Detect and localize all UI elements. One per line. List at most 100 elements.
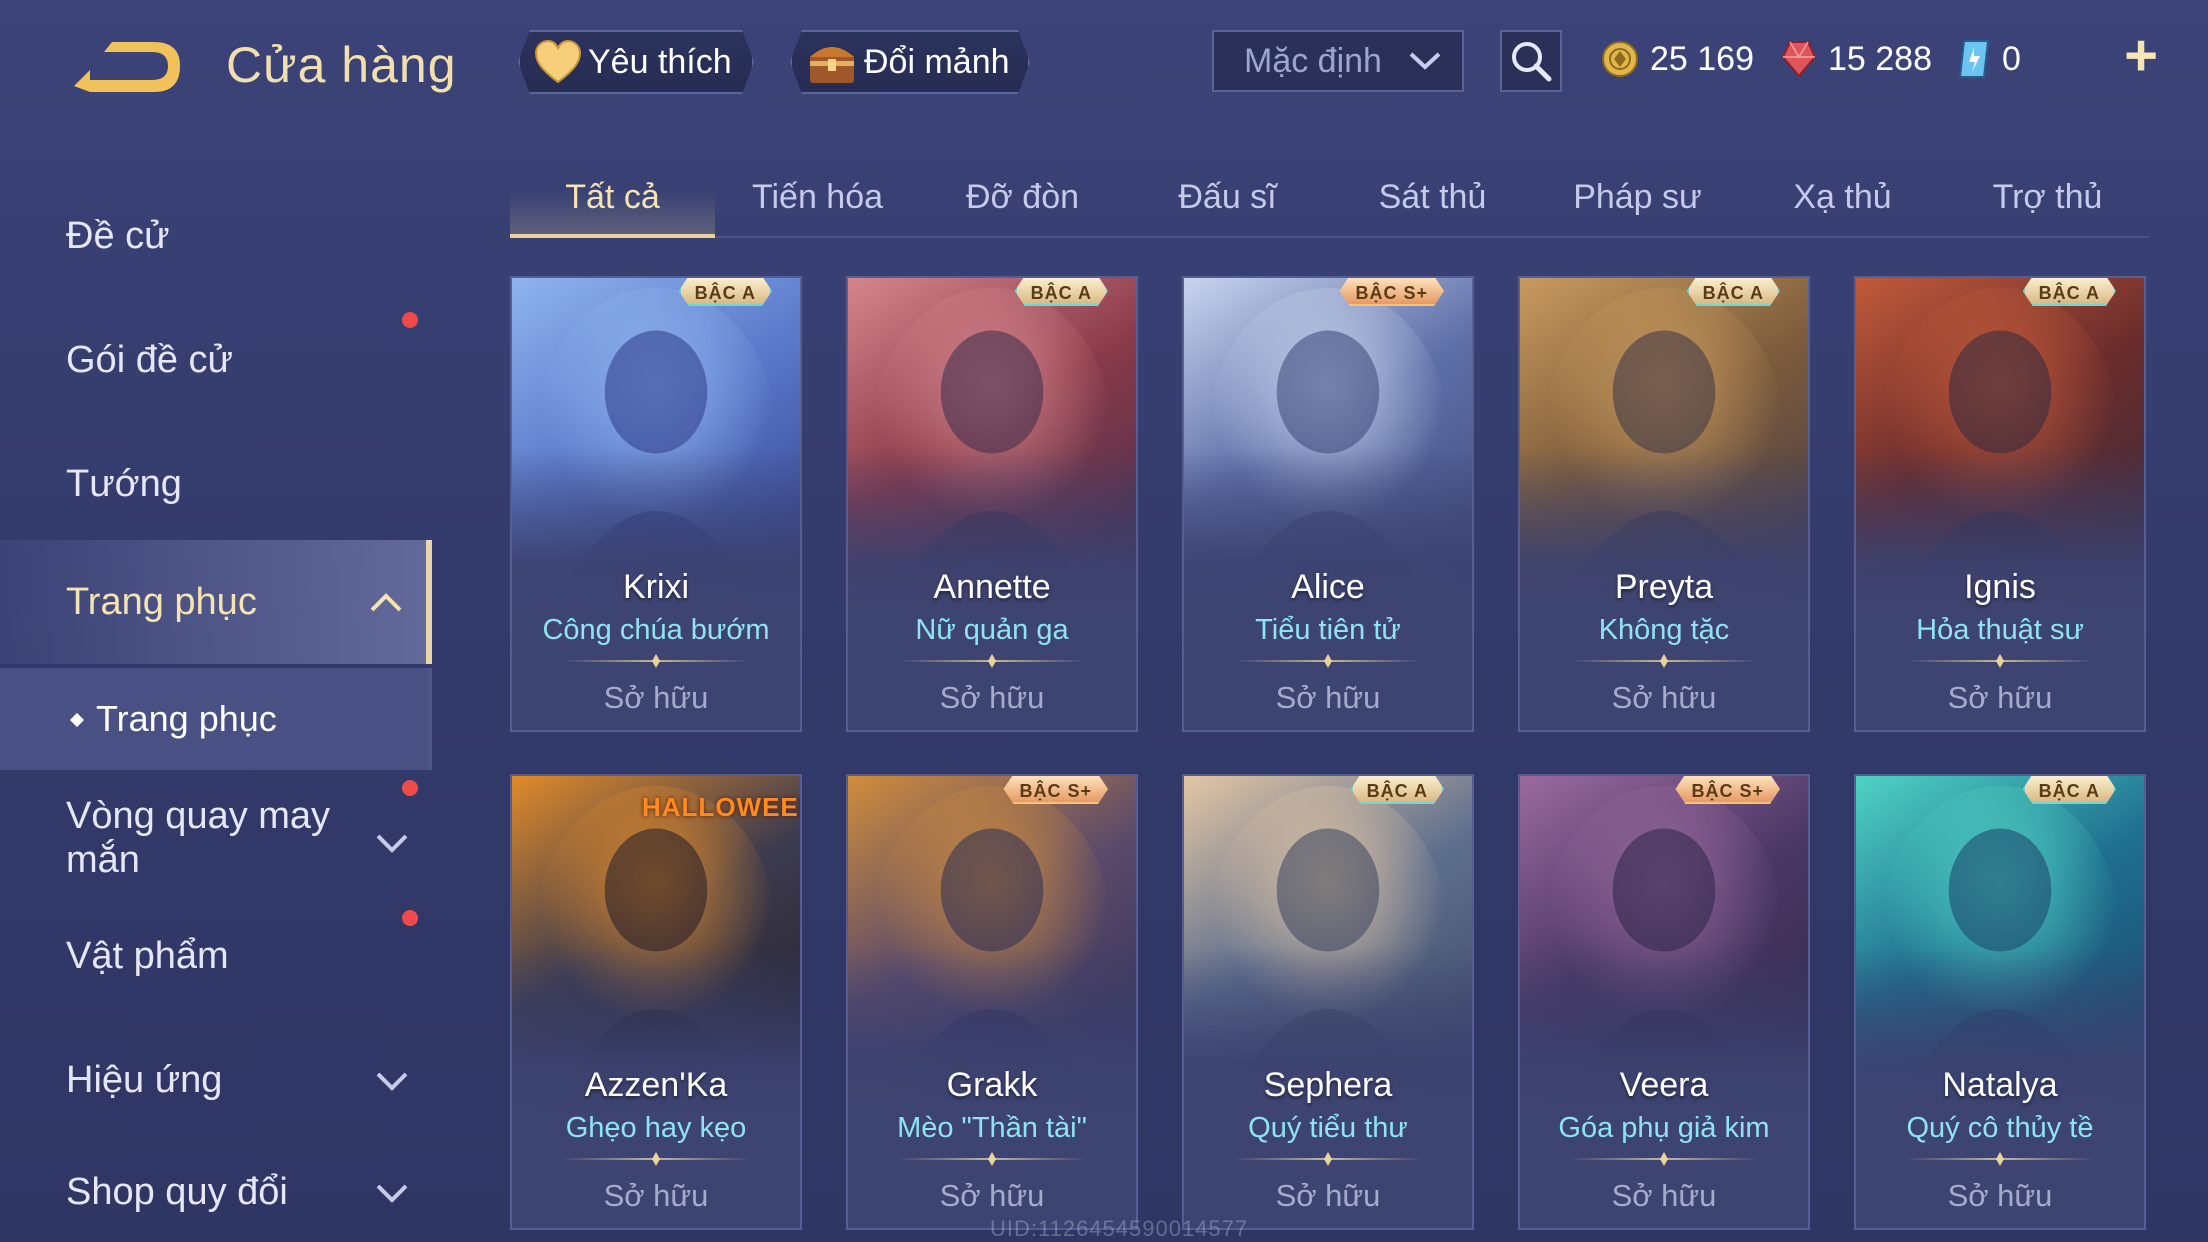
tab-support[interactable]: Trợ thủ	[1945, 160, 2150, 236]
search-button[interactable]	[1500, 30, 1562, 92]
sidebar-item-recommended[interactable]: Đề cử	[0, 174, 432, 298]
skin-card[interactable]: BẬC A Sephera Quý tiểu thư Sở hữu	[1182, 774, 1474, 1230]
bullet-diamond-icon	[69, 712, 85, 728]
sidebar-subitem-skins[interactable]: Trang phục	[0, 668, 432, 770]
owned-status: Sở hữu	[1275, 1178, 1381, 1213]
sidebar-item-label: Trang phục	[66, 580, 257, 623]
ruby-gem-icon	[1781, 41, 1817, 78]
tab-all[interactable]: Tất cả	[510, 160, 715, 238]
skin-card[interactable]: BẬC A Krixi Công chúa bướm Sở hữu	[510, 276, 802, 732]
owned-status: Sở hữu	[1611, 680, 1717, 715]
chevron-down-icon	[376, 1184, 408, 1203]
skin-card[interactable]: BẬC S+ Alice Tiểu tiên tử Sở hữu	[1182, 276, 1474, 732]
hero-name: Preyta	[1614, 568, 1714, 606]
sidebar-item-skins[interactable]: Trang phục	[0, 540, 432, 664]
hero-name: Alice	[1291, 568, 1365, 606]
voucher-icon	[1958, 40, 1990, 78]
skin-name: Hỏa thuật sư	[1916, 614, 2084, 646]
voucher-amount: 0	[2002, 39, 2021, 78]
top-bar: Cửa hàng Yêu thích Đổi mảnh Mặc định 25 …	[0, 0, 2208, 130]
tier-badge: BẬC S+	[1003, 774, 1108, 804]
gold-amount: 25 169	[1650, 39, 1754, 78]
skin-name: Nữ quản ga	[915, 614, 1069, 646]
sort-dropdown[interactable]: Mặc định	[1212, 30, 1464, 92]
tab-fighter[interactable]: Đấu sĩ	[1125, 160, 1330, 236]
hero-name: Ignis	[1964, 568, 2036, 606]
voucher-balance: 0	[1956, 34, 2021, 84]
tab-evolution[interactable]: Tiến hóa	[715, 160, 920, 236]
uid-watermark: UID:1126454590014577	[990, 1216, 1249, 1241]
skin-card[interactable]: BẬC A Annette Nữ quản ga Sở hữu	[846, 276, 1138, 732]
skin-card[interactable]: BẬC A Preyta Không tặc Sở hữu	[1518, 276, 1810, 732]
skin-name: Không tặc	[1598, 614, 1730, 646]
sidebar-item-label: Đề cử	[66, 214, 170, 257]
sidebar-item-recommended-bundles[interactable]: Gói đề cử	[0, 298, 432, 422]
hero-name: Annette	[933, 568, 1051, 606]
sort-value: Mặc định	[1244, 41, 1382, 80]
skin-card[interactable]: BẬC S+ Veera Góa phụ giả kim Sở hữu	[1518, 774, 1810, 1230]
skin-card[interactable]: BẬC A Natalya Quý cô thủy tề Sở hữu	[1854, 774, 2146, 1230]
ruby-amount: 15 288	[1828, 39, 1932, 78]
skin-name: Góa phụ giả kim	[1558, 1112, 1770, 1144]
sidebar-subitem-label: Trang phục	[96, 698, 277, 739]
sidebar-item-label: Vật phẩm	[66, 934, 229, 977]
page-title: Cửa hàng	[226, 37, 457, 93]
tab-mage[interactable]: Pháp sư	[1535, 160, 1740, 236]
tier-badge: BẬC A	[679, 276, 772, 306]
tier-badge: BẬC A	[1015, 276, 1108, 306]
sidebar-item-heroes[interactable]: Tướng	[0, 422, 432, 546]
tier-badge: BẬC A	[1351, 774, 1444, 804]
owned-status: Sở hữu	[1947, 680, 2053, 715]
skin-name: Quý cô thủy tề	[1906, 1112, 2094, 1144]
gold-balance: 25 169	[1600, 34, 1754, 84]
tier-badge: BẬC A	[2023, 774, 2116, 804]
chevron-up-icon	[370, 593, 402, 612]
gold-coin-icon	[1602, 41, 1638, 77]
tier-badge: BẬC S+	[1339, 276, 1444, 306]
chevron-down-icon	[376, 834, 408, 853]
tier-badge: BẬC A	[1687, 276, 1780, 306]
add-currency-button[interactable]: +	[2116, 27, 2166, 85]
notification-dot	[402, 312, 418, 328]
back-arrow-icon[interactable]	[64, 34, 184, 104]
sidebar-item-label: Shop quy đổi	[66, 1170, 288, 1213]
owned-status: Sở hữu	[1275, 680, 1381, 715]
skin-card[interactable]: BẬC A Ignis Hỏa thuật sư Sở hữu	[1854, 276, 2146, 732]
tier-badge: BẬC S+	[1675, 774, 1780, 804]
shard-exchange-button[interactable]: Đổi mảnh	[790, 30, 1030, 94]
tab-tank[interactable]: Đỡ đòn	[920, 160, 1125, 236]
tab-assassin[interactable]: Sát thủ	[1330, 160, 1535, 236]
heart-icon	[534, 40, 582, 84]
hero-name: Azzen'Ka	[584, 1066, 728, 1104]
sidebar-item-lucky-spin[interactable]: Vòng quay may mắn	[0, 780, 432, 904]
skin-name: Quý tiểu thư	[1248, 1112, 1408, 1144]
skin-name: Tiểu tiên tử	[1255, 614, 1401, 646]
tab-marksman[interactable]: Xạ thủ	[1740, 160, 1945, 236]
chevron-down-icon	[376, 1072, 408, 1091]
search-icon	[1512, 42, 1552, 82]
hero-name: Natalya	[1942, 1066, 2058, 1104]
tier-badge: BẬC A	[2023, 276, 2116, 306]
skin-name: Mèo "Thần tài"	[897, 1112, 1087, 1144]
sidebar-item-effects[interactable]: Hiệu ứng	[0, 1018, 432, 1142]
owned-status: Sở hữu	[939, 680, 1045, 715]
category-tabs: Tất cả Tiến hóa Đỡ đòn Đấu sĩ Sát thủ Ph…	[510, 160, 2150, 238]
ruby-balance: 15 288	[1780, 34, 1932, 84]
owned-status: Sở hữu	[603, 680, 709, 715]
skin-card[interactable]: BẬC S+ Grakk Mèo "Thần tài" Sở hữu	[846, 774, 1138, 1230]
shard-exchange-label: Đổi mảnh	[864, 42, 1010, 81]
favorites-button[interactable]: Yêu thích	[518, 30, 754, 94]
notification-dot	[402, 910, 418, 926]
hero-name: Veera	[1619, 1066, 1709, 1104]
sidebar-item-label: Vòng quay may mắn	[66, 795, 331, 881]
event-tag: HALLOWEEN	[642, 792, 802, 822]
treasure-chest-icon	[806, 37, 858, 87]
chevron-down-icon	[1409, 52, 1441, 70]
skin-grid: BẬC A Krixi Công chúa bướm Sở hữu BẬC A Annet…	[510, 276, 2150, 1242]
sidebar: Đề cử Gói đề cử Tướng Trang phục Trang p…	[0, 160, 432, 1242]
skin-card[interactable]: HALLOWEEN Azzen'Ka Ghẹo hay kẹo Sở hữu	[510, 774, 802, 1230]
skin-name: Công chúa bướm	[542, 614, 770, 646]
sidebar-item-exchange-shop[interactable]: Shop quy đổi	[0, 1142, 432, 1242]
sidebar-item-items[interactable]: Vật phẩm	[0, 894, 432, 1018]
skin-name: Ghẹo hay kẹo	[565, 1112, 747, 1144]
